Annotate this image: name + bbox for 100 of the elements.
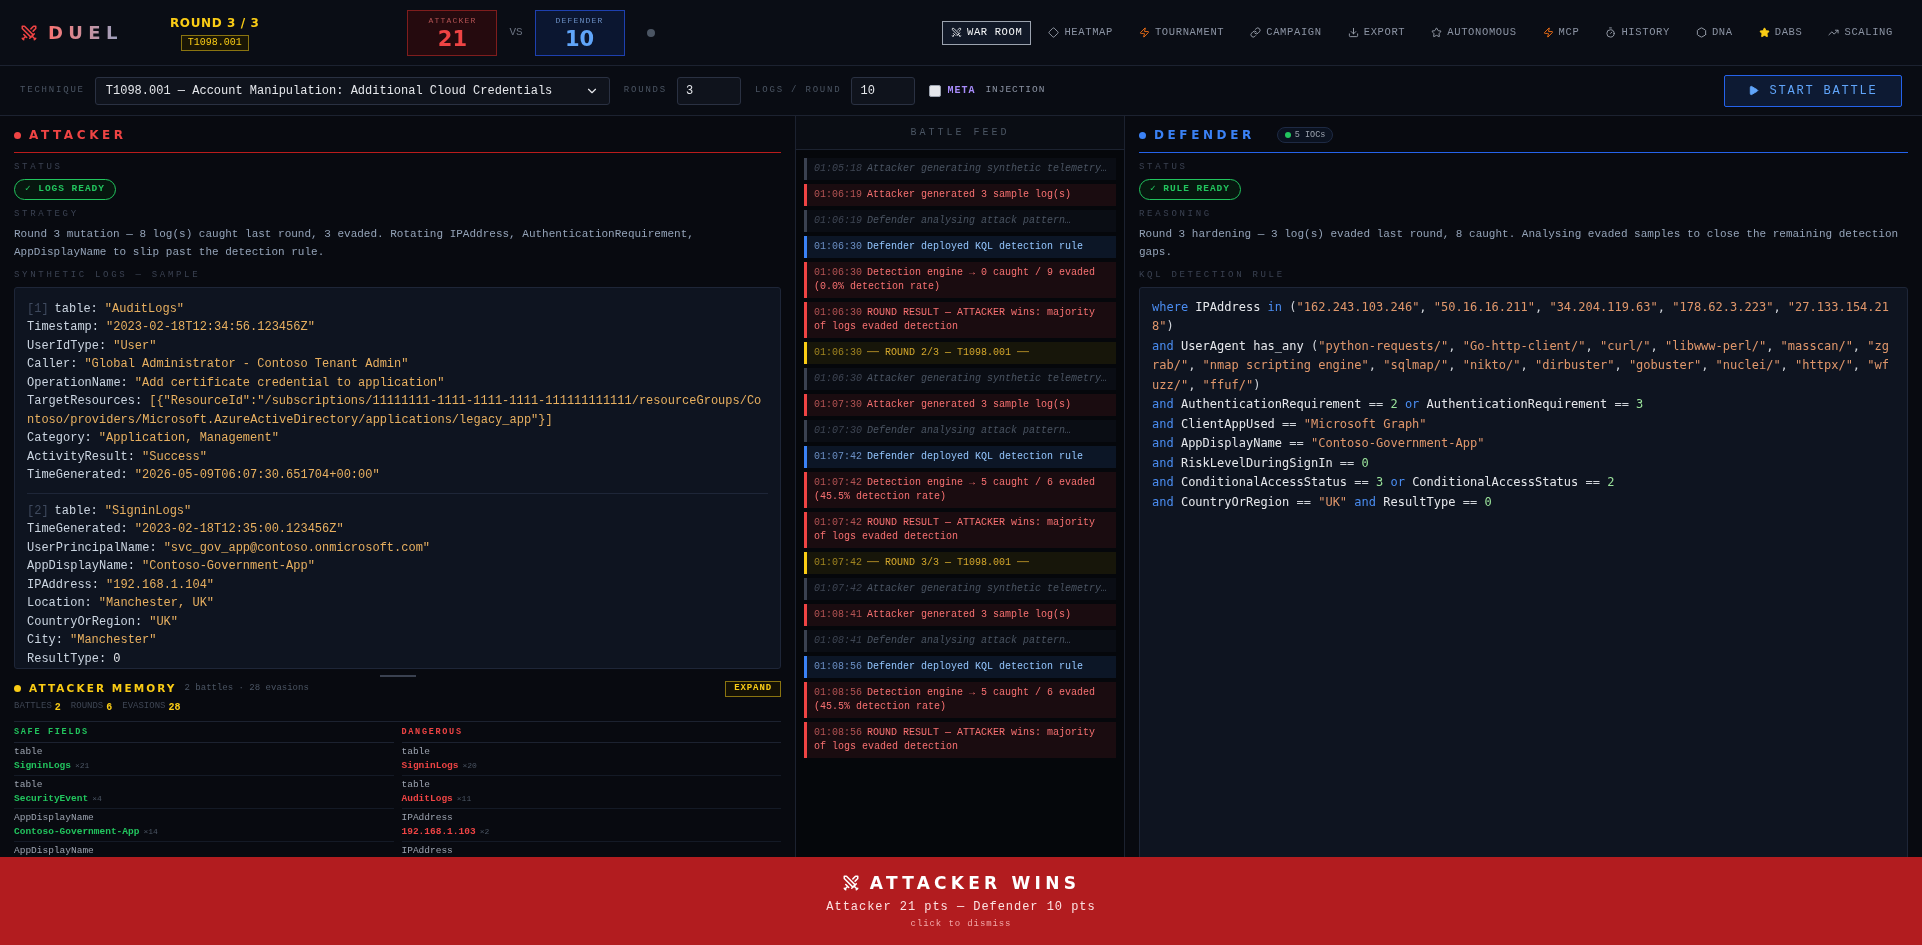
star-icon: [1758, 27, 1770, 38]
field-name: table: [14, 745, 43, 759]
feed-entry: 01:07:42 ── ROUND 3/3 — T1098.001 ──: [804, 552, 1116, 574]
log-line: AppDisplayName: "Contoso-Government-App": [27, 558, 316, 575]
status-label: STATUS: [14, 161, 63, 174]
field-name: IPAddress: [401, 811, 453, 825]
field-count: ×21: [75, 760, 90, 773]
kql-line: and ConditionalAccessStatus == 3 or ConditionalAccessStatus == 2: [1152, 474, 1616, 491]
kql-line: and AuthenticationRequirement == 2 or AuthenticationRequirement == 3: [1152, 396, 1645, 413]
feed-title: BATTLE FEED: [910, 126, 1010, 140]
stat-value: 6: [106, 700, 113, 715]
nav-tab[interactable]: EXPORT: [1338, 20, 1415, 45]
memory-title: ATTACKER MEMORY: [29, 680, 177, 696]
field-count: ×14: [143, 826, 158, 839]
strategy-label: STRATEGY: [14, 207, 79, 221]
round-label: ROUND 3 / 3: [170, 15, 260, 32]
feed-entry: 01:07:42 Detection engine → 5 caught / 6 evaded (45.5% detection rate): [804, 472, 1116, 508]
field-value: SigninLogs: [401, 759, 459, 774]
log-line: CountryOrRegion: "UK": [27, 613, 180, 631]
kql-line: and UserAgent has_any ("python-requests/", "Go-http-client/", "curl/", "libwww-perl/", "masscan/", "zgrab/", "nmap scripting engine", "sqlmap/", "nikto/", "dirbuster", "gobuster", "nuclei/", "httpx/", "wfuzz/", "ffuf/"): [1152, 337, 1890, 394]
nav-tab[interactable]: TOURNAMENT: [1129, 20, 1234, 45]
injection-label: INJECTION: [985, 83, 1046, 98]
log-line: TimeGenerated: "2026-05-09T06:07:30.651704+00:00": [27, 467, 381, 484]
feed-entry: 01:07:30 Defender analysing attack pattern…: [804, 420, 1116, 442]
field-value: AuditLogs: [401, 792, 453, 807]
log-line: UserIdType: "User": [27, 337, 158, 355]
feed-entry: 01:06:30 Defender deployed KQL detection rule: [804, 236, 1116, 258]
kql-line: where IPAddress in ("162.243.103.246", "50.16.16.211", "34.204.119.63", "178.62.3.223", "27.133.154.218"): [1152, 298, 1890, 335]
field-name: table: [401, 745, 430, 759]
feed-entry: 01:08:41 Attacker generated 3 sample log(s): [804, 604, 1116, 626]
meta-label: META: [947, 84, 976, 98]
defender-score: 10: [565, 26, 595, 51]
meta-checkbox[interactable]: [929, 84, 942, 97]
status-badge: ✓ RULE READY: [1139, 178, 1241, 200]
dismiss-hint: click to dismiss: [910, 918, 1012, 931]
nav-tab[interactable]: AUTONOMOUS: [1422, 20, 1526, 45]
reasoning-label: REASONING: [1139, 207, 1212, 221]
nav-tab[interactable]: WAR ROOM: [941, 20, 1032, 45]
diamond-icon: [1048, 27, 1060, 38]
score-label: DEFENDER: [555, 14, 604, 27]
field-name: AppDisplayName: [14, 811, 94, 825]
feed-entry: 01:07:42 Defender deployed KQL detection rule: [804, 446, 1116, 468]
nav-tab[interactable]: DNA: [1686, 20, 1742, 45]
kql-line: and AppDisplayName == "Contoso-Government-App": [1152, 435, 1486, 452]
log-line: IPAddress: "192.168.1.104": [27, 576, 216, 594]
status-label: STATUS: [1139, 161, 1188, 174]
chain-icon: [1250, 27, 1262, 38]
stopwatch-icon: [1605, 27, 1617, 38]
technique-select[interactable]: T1098.001 — Account Manipulation: Additional Cloud Credentials: [94, 76, 610, 105]
feed-entry: 01:07:30 Attacker generated 3 sample log(s): [804, 394, 1116, 416]
versus-label: VS: [509, 25, 523, 41]
feed-entry: 01:06:30 ── ROUND 2/3 — T1098.001 ──: [804, 342, 1116, 364]
nav-tab[interactable]: MCP: [1533, 20, 1589, 45]
nav-tab[interactable]: SCALING: [1819, 20, 1902, 45]
log-line: ActivityResult: "Success": [27, 448, 208, 466]
field-count: ×2: [479, 826, 490, 839]
feed-entry: 01:08:41 Defender analysing attack pattern…: [804, 630, 1116, 652]
log-line: TimeGenerated: "2023-02-18T12:35:00.123456Z": [27, 521, 345, 538]
kql-line: and RiskLevelDuringSignIn == 0: [1152, 454, 1370, 472]
nav-tab[interactable]: HISTORY: [1596, 20, 1679, 45]
hexagon-icon: [1695, 27, 1707, 38]
nav-tab[interactable]: HEATMAP: [1039, 20, 1122, 45]
stat-label: EVASIONS: [122, 700, 166, 714]
feed-entry: 01:08:56 ROUND RESULT — ATTACKER wins: majority of logs evaded detection: [804, 722, 1116, 758]
logs-label: SYNTHETIC LOGS — SAMPLE: [14, 269, 201, 282]
field-count: ×11: [456, 793, 472, 806]
stat-value: 2: [54, 700, 61, 715]
field-count: ×20: [462, 760, 477, 773]
feed-entry: 01:07:42 Attacker generating synthetic telemetry…: [804, 578, 1116, 600]
log-line: Category: "Application, Management": [27, 430, 280, 447]
field-value: SigninLogs: [14, 759, 71, 774]
expand-button[interactable]: EXPAND: [725, 680, 781, 697]
defender-title: DEFENDER: [1154, 127, 1255, 144]
final-score-text: Attacker 21 pts — Defender 10 pts: [826, 899, 1096, 916]
stat-label: BATTLES: [14, 700, 52, 714]
feed-entry: 01:06:30 Attacker generating synthetic telemetry…: [804, 368, 1116, 390]
star-icon: [1431, 27, 1443, 38]
field-count: ×4: [92, 793, 102, 806]
field-name: IPAddress: [401, 844, 453, 858]
field-value: 192.168.1.103: [401, 825, 476, 840]
rounds-input[interactable]: 3: [677, 76, 742, 105]
logs-per-round-label: LOGS / ROUND: [755, 83, 842, 97]
start-battle-button[interactable]: START BATTLE: [1724, 74, 1902, 107]
logs-per-round-input[interactable]: 10: [851, 76, 916, 105]
resize-handle[interactable]: [379, 674, 416, 677]
log-line: OperationName: "Add certificate credential to application": [27, 374, 446, 392]
stat-value: 28: [168, 700, 181, 715]
attacker-score: 21: [437, 26, 467, 51]
feed-entry: 01:06:30 Detection engine → 0 caught / 9 evaded (0.0% detection rate): [804, 262, 1116, 298]
log-line: City: "Manchester": [27, 632, 158, 649]
log-line: Timestamp: "2023-02-18T12:34:56.123456Z": [27, 319, 316, 336]
lightning-icon: [1542, 27, 1554, 38]
reasoning-text: Round 3 hardening — 3 log(s) evaded last round, 8 caught. Analysing evaded samples to close the remaining detection gaps.: [1139, 227, 1900, 260]
feed-entry: 01:08:56 Defender deployed KQL detection rule: [804, 656, 1116, 678]
nav-tab[interactable]: DABS: [1749, 20, 1812, 45]
log-line: ResultType: 0: [27, 650, 122, 668]
nav-tab[interactable]: CAMPAIGN: [1241, 20, 1331, 45]
feed-entry: 01:06:30 ROUND RESULT — ATTACKER wins: majority of logs evaded detection: [804, 302, 1116, 338]
stat-label: ROUNDS: [70, 700, 104, 714]
winner-banner[interactable]: ATTACKER WINS Attacker 21 pts — Defender 10 pts click to dismiss: [0, 857, 1922, 945]
